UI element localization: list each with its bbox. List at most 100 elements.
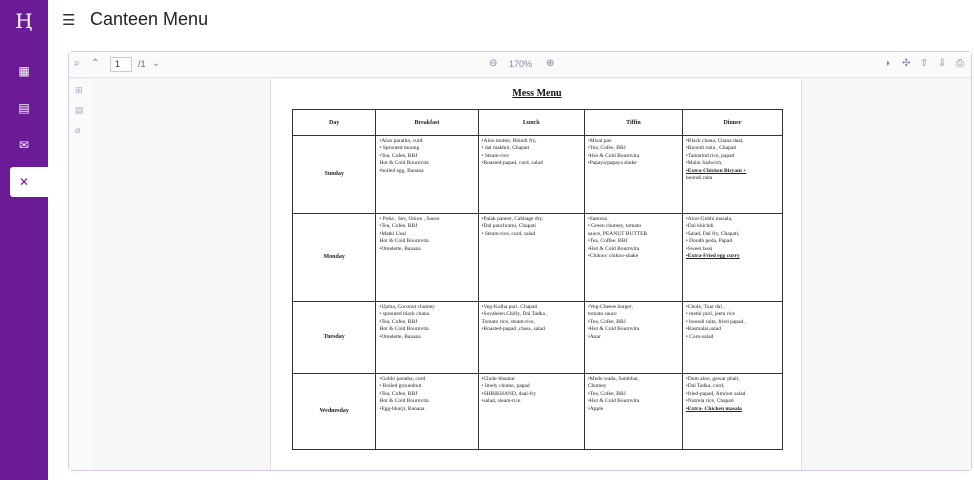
menu-item: •Palak paneer, Cabbage dry,	[481, 216, 544, 222]
lunch-cell: •Chole-bhaatur • Imely chutne, papad •SHRI…	[477, 373, 585, 450]
column-header: Dinner	[681, 109, 784, 136]
tiffin-cell: •Medu wada, Sambhar, Chutney •Tea, Cofee, …	[583, 373, 683, 450]
menu-item: •Salad, Dal fry, Chapati,	[685, 230, 740, 237]
chevron-down-icon[interactable]: ⌄	[152, 58, 160, 69]
menu-item: •Egg-bhurji, Banana	[379, 405, 425, 412]
menu-item: •Veg-Cheese burger,	[587, 304, 633, 310]
menu-icon[interactable]: ☰	[62, 11, 75, 29]
menu-item: •Tea, Cofee, BBJ	[587, 390, 626, 397]
menu-item: Hot & Cold Bournvita	[379, 326, 429, 333]
menu-item: •Malai Sadwich,	[685, 160, 723, 167]
lunch-cell: •Veg-Kolha puri, Chapati •Soyabeen Chilly…	[477, 301, 585, 374]
menu-item: tomato sauce	[587, 311, 617, 318]
menu-item: •Aloo mutter, Bhindi fry,	[481, 138, 537, 144]
breakfast-cell: •Gobhi paratha, curd • Boiled groundnut •T…	[375, 373, 479, 450]
menu-item: • methi puri, jeera rice	[685, 311, 735, 318]
pan-icon[interactable]: ✣	[902, 58, 910, 69]
menu-item: Chutney	[587, 383, 607, 390]
zoom-in-icon[interactable]: ⊕	[546, 58, 554, 69]
menu-item: •Dal panchratni, Chapati	[481, 223, 536, 230]
sidebar: Ⱨ ▦ ▤ ✉ ✕	[0, 0, 48, 480]
page-total: /1	[138, 59, 146, 69]
menu-item: Hot & Cold Bournvita	[379, 238, 429, 245]
menu-item: •Extra-Fried egg curry	[685, 253, 740, 260]
menu-item: •Hot & Cold Bournvita	[587, 398, 640, 405]
tiffin-cell: •Samosa • Green chutney, tomato sauce, PEA…	[583, 213, 683, 302]
chevron-up-icon[interactable]: ⌃	[91, 58, 99, 69]
page-number-input[interactable]: 1	[110, 57, 132, 72]
breakfast-cell: • Poha , Sev, Onion , Sauce •Tea, Cofee, …	[375, 213, 479, 302]
menu-item: •Boondi raita , Chapati	[685, 145, 737, 152]
menu-item: • Corn-salad	[685, 333, 714, 340]
tiffin-cell: •Misal pav •Tea, Cofee, BBJ •Hot & Cold Bo…	[583, 135, 683, 214]
menu-item: •Dal khichdi	[685, 223, 714, 230]
menu-table: Day Breakfast Lunch Tiffin Dinner Sunday…	[291, 109, 784, 450]
menu-item: •Apple	[587, 405, 604, 412]
table-header-row: Day Breakfast Lunch Tiffin Dinner	[291, 109, 784, 136]
download-icon[interactable]: ⇩	[938, 58, 946, 69]
menu-item: • Doodh peda, Papad	[685, 238, 733, 245]
menu-item: •Tea, Cofee, BBJ	[379, 318, 418, 325]
menu-item: •boiled egg, Banana	[379, 167, 424, 174]
table-row: Sunday •Aloo paratha, curd • Sprouted moon…	[291, 135, 784, 214]
menu-item: •Tea, Cofee, BBJ	[587, 318, 626, 325]
menu-item: •Tamarind rice, papad	[685, 152, 735, 159]
breakfast-cell: •Aloo paratha, curd • Sprouted moong •Tea,…	[375, 135, 479, 214]
column-header: Breakfast	[375, 109, 479, 136]
menu-item: •Papaya/papaya shake	[587, 160, 637, 167]
reports-icon[interactable]: ▤	[0, 93, 48, 123]
menu-item: •Soyabeen Chilly, Dal Tadka ,	[481, 311, 548, 318]
menu-item: •Nutrela rice, Chapati	[685, 398, 734, 405]
menu-item: •Roasted-papad ,chass, salad	[481, 326, 545, 333]
dinner-cell: •Dum aloo, gawar phali, •Dal Tadka, curd,…	[681, 373, 784, 450]
outline-icon[interactable]: ▤	[75, 105, 84, 116]
menu-item: •Omelette, Banana	[379, 245, 421, 252]
menu-item: •Dum aloo, gawar phali,	[685, 376, 740, 382]
mail-icon[interactable]: ✉	[0, 130, 48, 160]
menu-item: • dal makhni, Chapati	[481, 145, 530, 152]
attachment-icon[interactable]: ⌀	[75, 125, 80, 136]
lunch-cell: •Aloo mutter, Bhindi fry, • dal makhni, C…	[477, 135, 585, 214]
menu-item: •Chole, Tuar dal ,	[685, 304, 725, 310]
column-header: Day	[291, 109, 377, 136]
menu-item: •Roasted-papad, curd, salad	[481, 160, 543, 167]
page-area[interactable]: Mess Menu Day Breakfast Lunch Tiffin Din…	[91, 79, 971, 470]
canteen-icon[interactable]: ✕	[10, 167, 48, 197]
menu-item: •Hot & Cold Bournvita	[587, 245, 640, 252]
zoom-level[interactable]: 170%	[509, 59, 532, 69]
dashboard-icon[interactable]: ▦	[0, 56, 48, 86]
menu-item: •Omelette, Banana	[379, 333, 421, 340]
menu-item: •Extra- Chicken masala	[685, 405, 742, 412]
menu-item: • boondi raita, fried papad ,	[685, 318, 746, 325]
menu-item: •Veg-Kolha puri, Chapati	[481, 304, 538, 310]
menu-item: •Matki Usal	[379, 230, 406, 237]
menu-item: •Hot & Cold Bournvita	[587, 326, 640, 333]
menu-item: •fried-papad, Amroot salad	[685, 390, 746, 397]
search-icon[interactable]: ⌕	[74, 58, 80, 69]
menu-item: •Aloo-Gobhi masala,	[685, 216, 733, 222]
menu-item: •Tea, Cofee, BBJ	[379, 390, 418, 397]
menu-item: •Sweet lassi	[685, 245, 713, 252]
dinner-cell: •Chole, Tuar dal , • methi puri, jeera ri…	[681, 301, 784, 374]
breakfast-cell: •Upma, Coconut chutney • sprouted black c…	[375, 301, 479, 374]
day-cell: Monday	[291, 213, 377, 302]
menu-item: • sprouted black chana	[379, 311, 430, 318]
menu-item: •Extra-Chicken Biryani +	[685, 167, 747, 174]
thumbnails-icon[interactable]: ⊞	[75, 85, 83, 96]
menu-item: •Dal Tadka, curd,	[685, 383, 725, 390]
app-logo: Ⱨ	[15, 9, 33, 33]
day-cell: Wednesday	[291, 373, 377, 450]
menu-item: •Tea, Coffee, BBJ	[587, 238, 628, 245]
menu-item: • Green chutney, tomato	[587, 223, 642, 230]
menu-item: •salad, steam-rice	[481, 398, 521, 405]
table-row: Wednesday •Gobhi paratha, curd • Boiled gr…	[291, 373, 784, 450]
print-icon[interactable]: ⎙	[956, 58, 964, 69]
contrast-icon[interactable]: ◑	[884, 58, 890, 69]
menu-item: • Steam-rice	[481, 152, 509, 159]
menu-item: •Black chana, Chana daal,	[685, 138, 744, 144]
dinner-cell: •Black chana, Chana daal, •Boondi raita ,…	[681, 135, 784, 214]
menu-item: •Medu wada, Sambhar,	[587, 376, 640, 382]
upload-icon[interactable]: ⇧	[920, 58, 928, 69]
tiffin-cell: •Veg-Cheese burger, tomato sauce •Tea, Cof…	[583, 301, 683, 374]
zoom-out-icon[interactable]: ⊖	[489, 58, 497, 69]
